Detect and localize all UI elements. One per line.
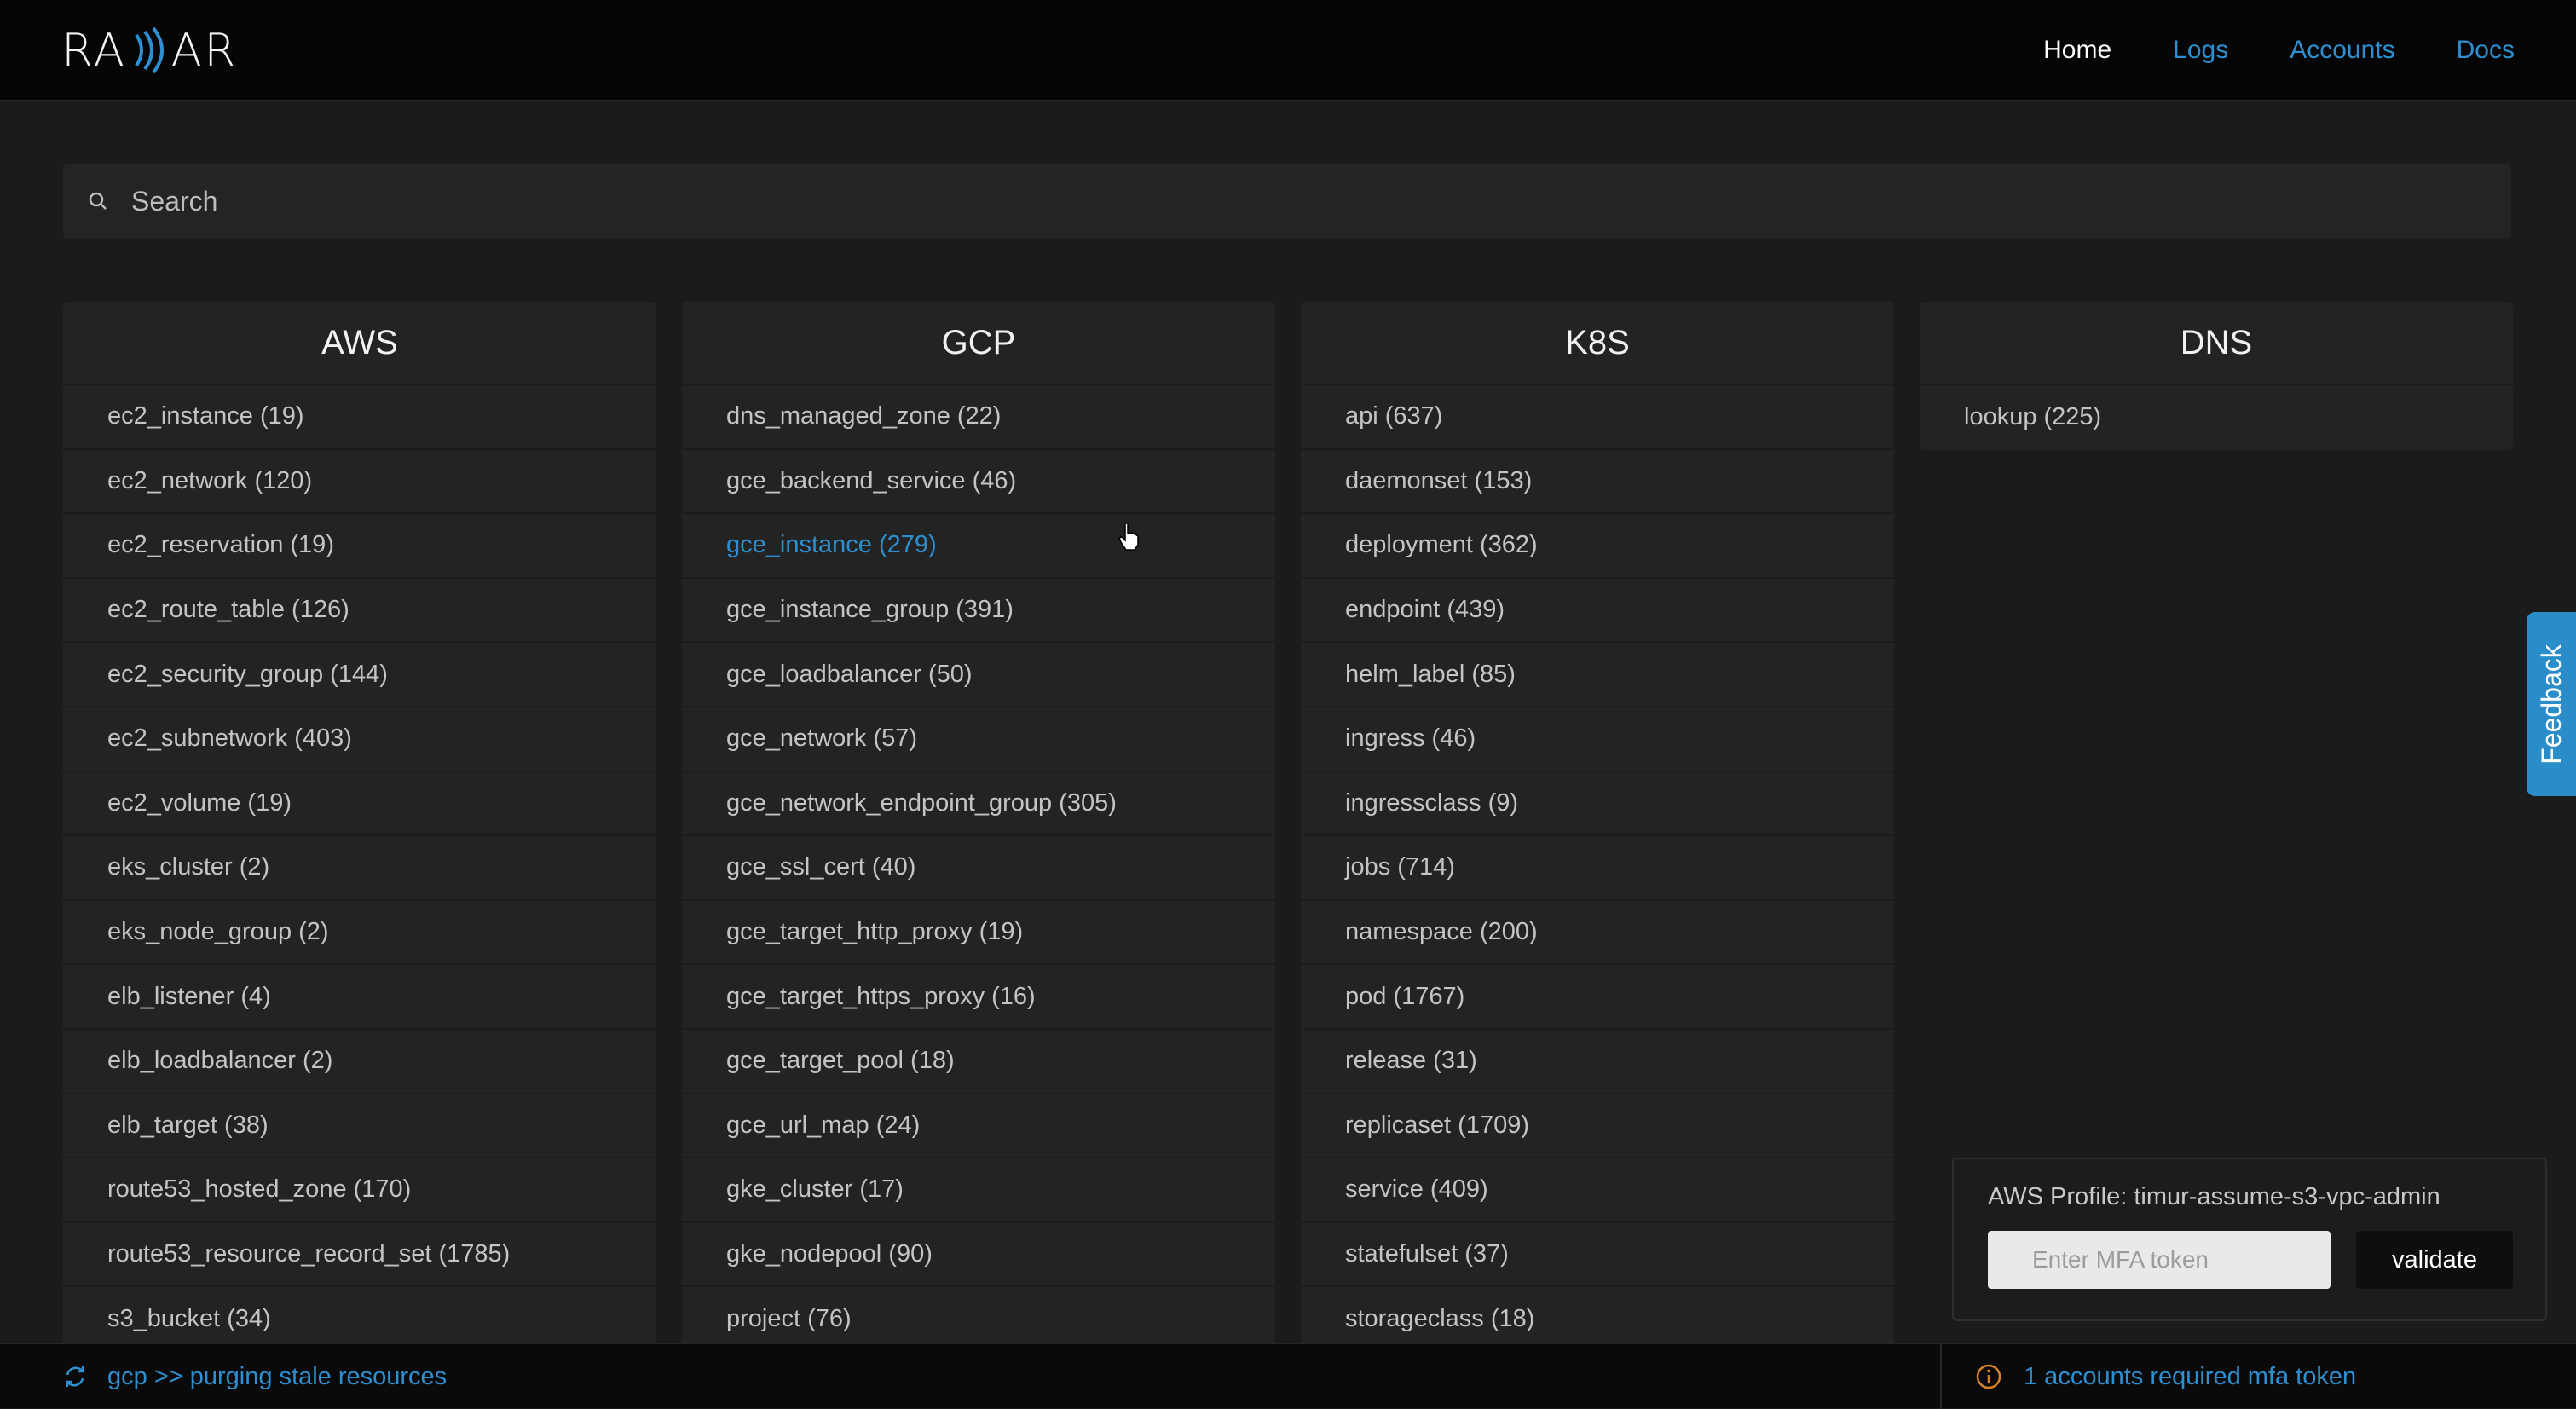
status-right[interactable]: 1 accounts required mfa token: [1974, 1344, 2356, 1409]
list-item[interactable]: gce_target_pool (18): [682, 1030, 1275, 1094]
list-item[interactable]: ec2_security_group (144): [63, 643, 656, 707]
list-item[interactable]: project (76): [682, 1287, 1275, 1352]
dns-column: DNS lookup (225): [1920, 302, 2513, 450]
list-item[interactable]: ec2_reservation (19): [63, 514, 656, 579]
list-item[interactable]: release (31): [1301, 1030, 1894, 1094]
list-item[interactable]: route53_resource_record_set (1785): [63, 1223, 656, 1288]
list-item[interactable]: eks_cluster (2): [63, 836, 656, 901]
list-item[interactable]: ec2_volume (19): [63, 772, 656, 837]
list-item[interactable]: gce_network_endpoint_group (305): [682, 772, 1275, 837]
list-item[interactable]: ingress (46): [1301, 707, 1894, 772]
list-item[interactable]: helm_label (85): [1301, 643, 1894, 707]
list-item[interactable]: jobs (714): [1301, 836, 1894, 901]
list-item[interactable]: gke_nodepool (90): [682, 1223, 1275, 1288]
feedback-label: Feedback: [2535, 644, 2567, 765]
nav-logs[interactable]: Logs: [2173, 36, 2228, 65]
gcp-column: GCP dns_managed_zone (22) gce_backend_se…: [682, 302, 1275, 1352]
search-input[interactable]: [130, 184, 2431, 218]
list-item[interactable]: statefulset (37): [1301, 1223, 1894, 1288]
list-item-hovered[interactable]: gce_instance (279): [682, 514, 1275, 579]
list-item[interactable]: service (409): [1301, 1158, 1894, 1223]
list-item[interactable]: ec2_instance (19): [63, 385, 656, 450]
nav-home[interactable]: Home: [2043, 36, 2111, 65]
list-item[interactable]: lookup (225): [1920, 385, 2513, 450]
list-item[interactable]: elb_loadbalancer (2): [63, 1030, 656, 1094]
status-left: gcp >> purging stale resources: [61, 1344, 447, 1409]
list-item[interactable]: ec2_network (120): [63, 450, 656, 515]
status-bar: gcp >> purging stale resources 1 account…: [0, 1343, 2576, 1409]
list-item[interactable]: deployment (362): [1301, 514, 1894, 579]
list-item[interactable]: gce_target_https_proxy (16): [682, 965, 1275, 1030]
validate-button[interactable]: validate: [2356, 1231, 2513, 1289]
column-title-k8s: K8S: [1301, 302, 1894, 385]
mfa-token-input[interactable]: [1988, 1231, 2331, 1289]
list-item[interactable]: gce_target_http_proxy (19): [682, 901, 1275, 966]
list-item[interactable]: ec2_subnetwork (403): [63, 707, 656, 772]
list-item[interactable]: gce_loadbalancer (50): [682, 643, 1275, 707]
list-item[interactable]: pod (1767): [1301, 965, 1894, 1030]
list-item[interactable]: endpoint (439): [1301, 579, 1894, 644]
mfa-panel: AWS Profile: timur-assume-s3-vpc-admin v…: [1952, 1158, 2547, 1321]
search-bar[interactable]: [63, 164, 2511, 239]
nav-accounts[interactable]: Accounts: [2290, 36, 2394, 65]
list-item[interactable]: gce_ssl_cert (40): [682, 836, 1275, 901]
list-item[interactable]: api (637): [1301, 385, 1894, 450]
list-item[interactable]: gce_backend_service (46): [682, 450, 1275, 515]
k8s-column: K8S api (637) daemonset (153) deployment…: [1301, 302, 1894, 1352]
status-right-text: 1 accounts required mfa token: [2024, 1362, 2357, 1390]
list-item[interactable]: elb_target (38): [63, 1094, 656, 1159]
list-item[interactable]: ingressclass (9): [1301, 772, 1894, 837]
list-item[interactable]: gce_instance_group (391): [682, 579, 1275, 644]
list-item[interactable]: daemonset (153): [1301, 450, 1894, 515]
search-icon: [89, 192, 107, 210]
aws-column: AWS ec2_instance (19) ec2_network (120) …: [63, 302, 656, 1352]
status-left-text: gcp >> purging stale resources: [107, 1362, 448, 1390]
list-item[interactable]: ec2_route_table (126): [63, 579, 656, 644]
column-title-dns: DNS: [1920, 302, 2513, 385]
radar-logo[interactable]: RA AR: [61, 23, 238, 78]
sync-icon: [66, 1366, 84, 1387]
list-item[interactable]: gce_url_map (24): [682, 1094, 1275, 1159]
list-item[interactable]: route53_hosted_zone (170): [63, 1158, 656, 1223]
column-title-gcp: GCP: [682, 302, 1275, 385]
list-item[interactable]: gke_cluster (17): [682, 1158, 1275, 1223]
top-header: RA AR Home Logs Accounts Docs: [0, 0, 2576, 101]
aws-profile-label: AWS Profile: timur-assume-s3-vpc-admin: [1988, 1183, 2440, 1210]
list-item[interactable]: storageclass (18): [1301, 1287, 1894, 1352]
list-item[interactable]: gce_network (57): [682, 707, 1275, 772]
footer-divider: [1940, 1344, 1942, 1409]
logo-text-right: AR: [170, 23, 238, 78]
logo-text-left: RA: [61, 23, 127, 78]
info-icon: [1976, 1364, 2001, 1389]
list-item[interactable]: elb_listener (4): [63, 965, 656, 1030]
radar-waves-icon: [135, 26, 165, 74]
list-item[interactable]: dns_managed_zone (22): [682, 385, 1275, 450]
hand-cursor-icon: [1118, 523, 1139, 551]
list-item[interactable]: s3_bucket (34): [63, 1287, 656, 1352]
feedback-tab[interactable]: Feedback: [2527, 612, 2576, 796]
list-item[interactable]: eks_node_group (2): [63, 901, 656, 966]
list-item[interactable]: replicaset (1709): [1301, 1094, 1894, 1159]
nav-docs[interactable]: Docs: [2457, 36, 2515, 65]
column-title-aws: AWS: [63, 302, 656, 385]
list-item[interactable]: namespace (200): [1301, 901, 1894, 966]
main-nav: Home Logs Accounts Docs: [2043, 0, 2515, 101]
